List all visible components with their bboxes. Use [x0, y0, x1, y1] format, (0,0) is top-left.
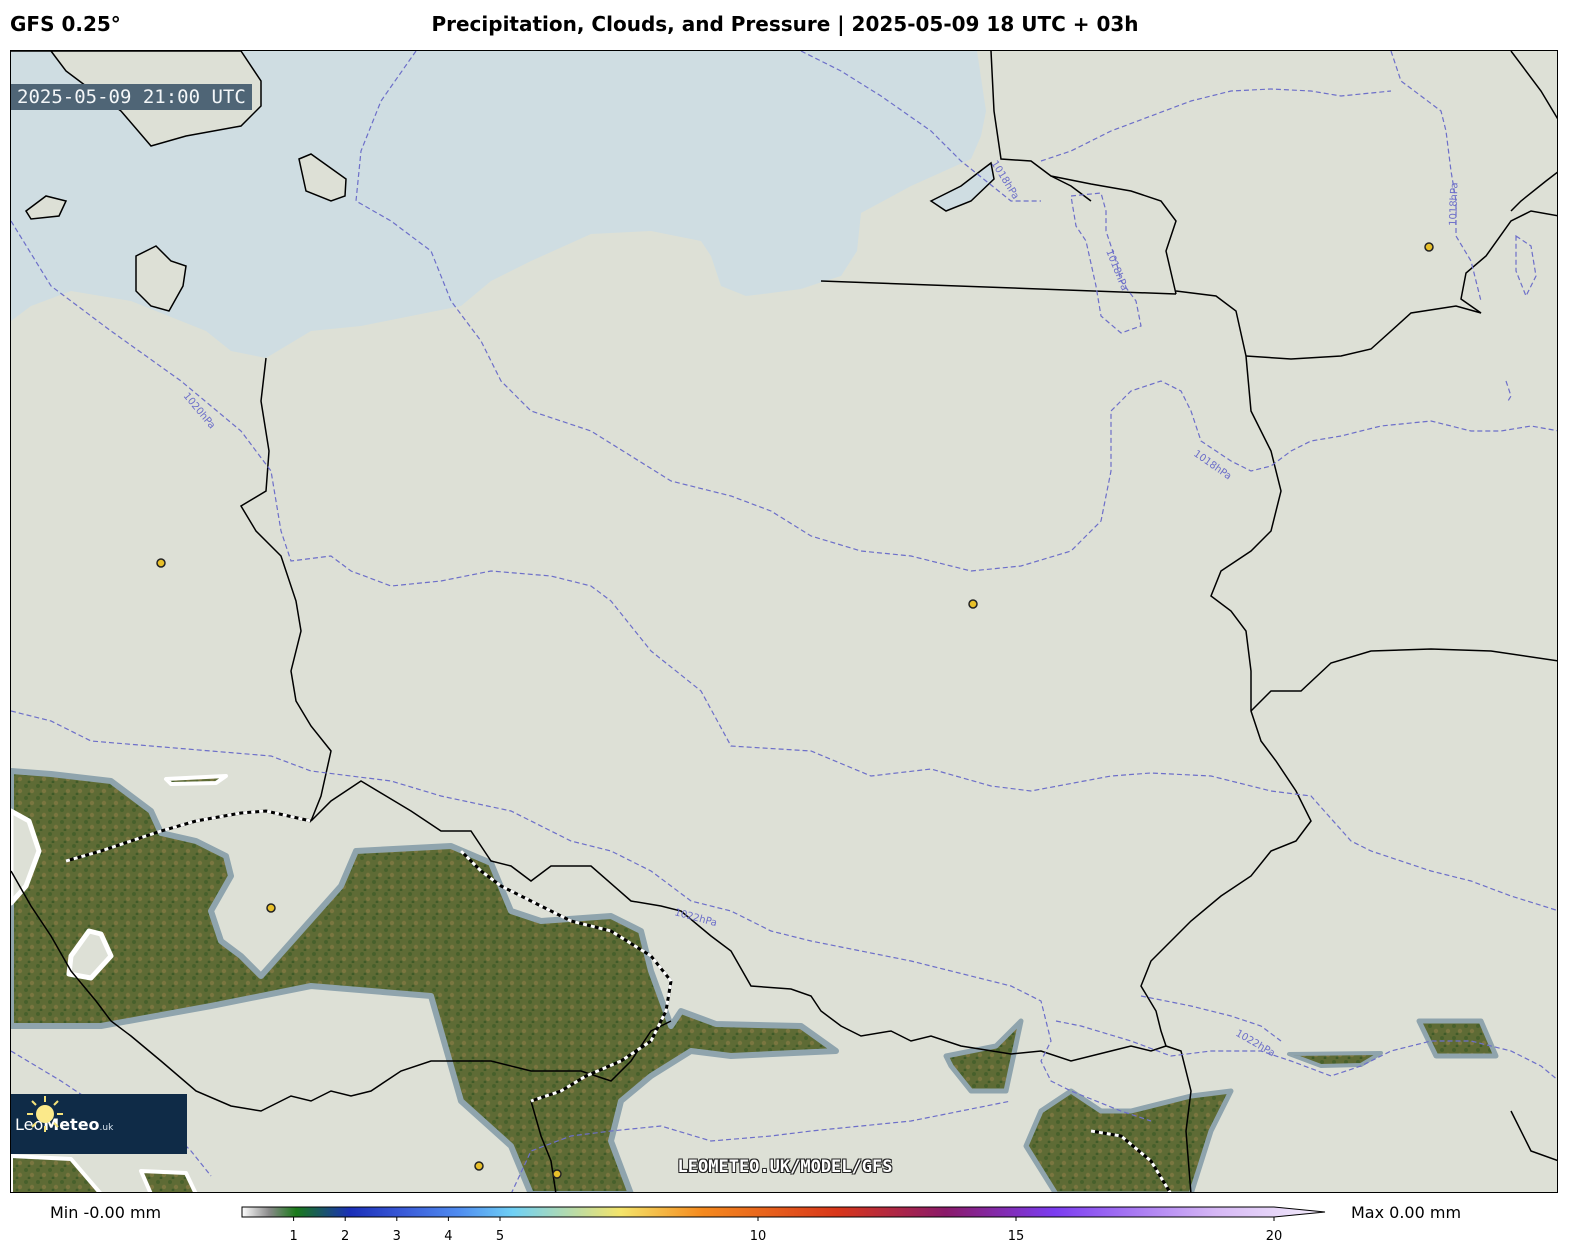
precipitation-colorbar	[241, 1206, 1326, 1221]
isobar-label: 1018hPa	[1448, 182, 1461, 226]
map-canvas: 1018hPa 1018hPa 1018hPa 1018hPa 1020hPa …	[11, 51, 1557, 1192]
max-value-label: Max 0.00 mm	[1351, 1203, 1462, 1222]
colorbar-tick-label: 15	[1007, 1229, 1025, 1244]
valid-time-label: 2025-05-09 21:00 UTC	[11, 84, 252, 110]
colorbar-tick-label: 2	[341, 1229, 350, 1244]
leometeo-logo[interactable]: LeoMeteo.uk	[11, 1094, 187, 1154]
city-marker[interactable]	[968, 599, 978, 609]
chart-title: Precipitation, Clouds, and Pressure | 20…	[431, 12, 1139, 36]
sun-icon	[27, 1096, 63, 1132]
colorbar-tick-label: 10	[749, 1229, 767, 1244]
colorbar-tick-label: 20	[1265, 1229, 1283, 1244]
city-marker[interactable]	[1424, 242, 1434, 252]
colorbar-tick-label: 5	[495, 1229, 505, 1244]
forecast-map[interactable]: 1018hPa 1018hPa 1018hPa 1018hPa 1020hPa …	[10, 50, 1558, 1193]
colorbar-tick-label: 1	[289, 1229, 298, 1244]
city-marker[interactable]	[266, 903, 276, 913]
min-value-label: Min -0.00 mm	[50, 1203, 162, 1222]
colorbar-tick-label: 3	[392, 1229, 401, 1244]
source-watermark: LEOMETEO.UK/MODEL/GFS	[677, 1157, 893, 1177]
colorbar-tick-label: 4	[444, 1229, 453, 1244]
city-marker[interactable]	[156, 558, 166, 568]
